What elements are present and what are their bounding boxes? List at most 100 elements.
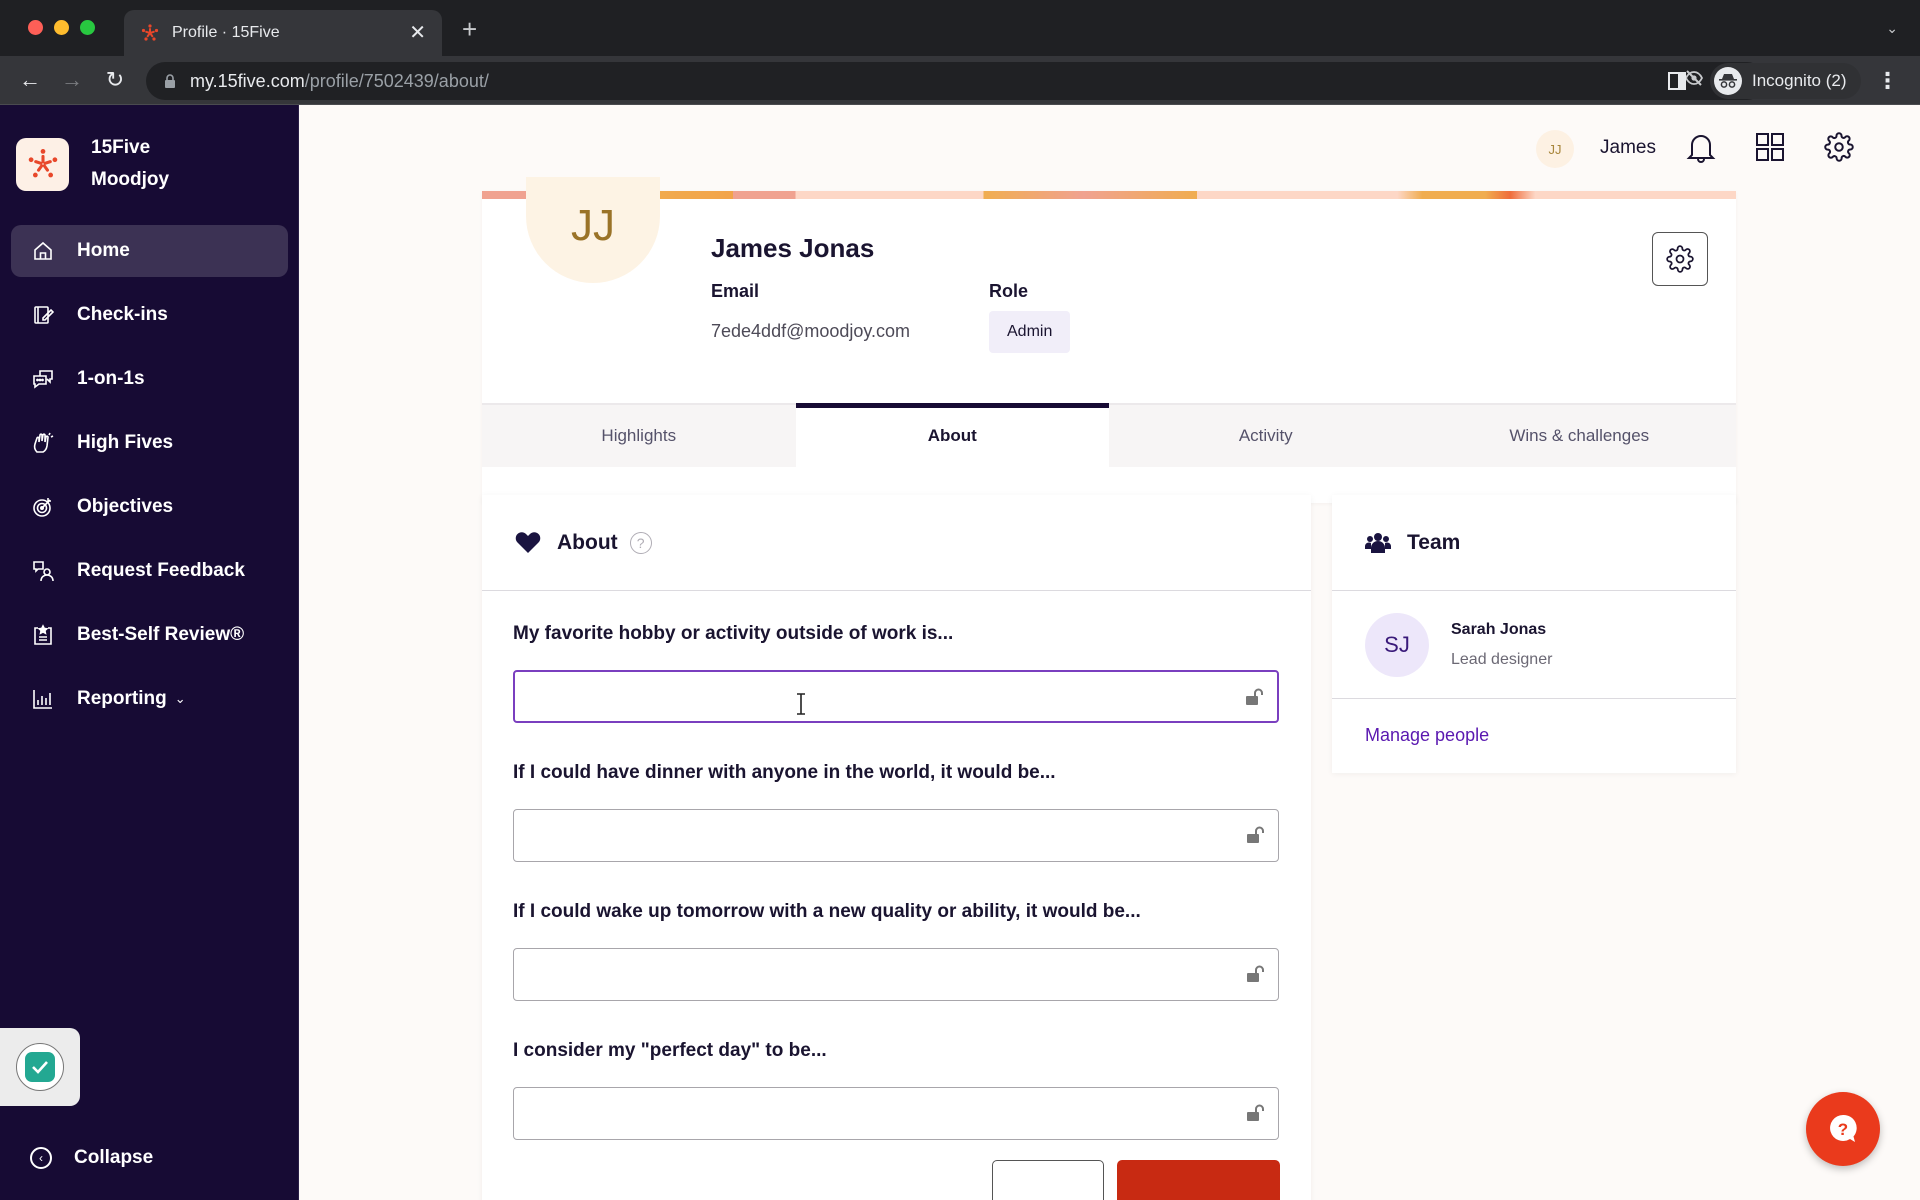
sidebar-item-best-self-review[interactable]: Best-Self Review® [11, 609, 288, 661]
collapse-sidebar-button[interactable]: ‹ Collapse [30, 1147, 153, 1169]
save-button[interactable] [1117, 1160, 1280, 1200]
profile-avatar: JJ [526, 177, 660, 283]
team-title: Team [1407, 530, 1461, 554]
perfect-day-input[interactable] [513, 1087, 1279, 1140]
browser-tab[interactable]: Profile · 15Five ✕ [124, 10, 442, 56]
question-label: I consider my "perfect day" to be... [513, 1040, 827, 1061]
sidebar-item-label: Objectives [77, 496, 174, 517]
tab-about[interactable]: About [795, 403, 1109, 467]
heart-icon [515, 531, 541, 553]
help-circle-icon[interactable]: ? [629, 531, 652, 554]
question-label: If I could have dinner with anyone in th… [513, 762, 1056, 783]
collapse-label: Collapse [74, 1147, 154, 1168]
notifications-bell-icon[interactable] [1683, 129, 1719, 165]
about-card: About ? My favorite hobby or activity ou… [482, 495, 1311, 1200]
browser-menu-icon[interactable]: ⋮ [1877, 70, 1899, 92]
apps-grid-icon[interactable] [1752, 129, 1788, 165]
sidebar: 15Five Moodjoy Home Check-ins 1-on-1s Hi… [0, 105, 299, 1200]
forward-arrow-icon[interactable]: → [58, 66, 86, 94]
incognito-profile-button[interactable]: Incognito (2) [1710, 63, 1861, 99]
checkin-icon [31, 303, 55, 327]
address-bar[interactable]: my.15five.com/profile/7502439/about/ ☆ [146, 62, 1766, 100]
browser-toolbar: ← → ↻ my.15five.com/profile/7502439/abou… [0, 56, 1920, 105]
sidebar-item-home[interactable]: Home [11, 225, 288, 277]
sidebar-item-reporting[interactable]: Reporting ⌄ [11, 673, 288, 725]
cancel-button[interactable] [992, 1160, 1104, 1200]
hobby-input[interactable] [513, 670, 1279, 723]
help-chat-button[interactable]: ? [1806, 1092, 1880, 1166]
sidebar-item-objectives[interactable]: Objectives [11, 481, 288, 533]
side-panel-icon[interactable] [1668, 72, 1686, 90]
new-ability-input[interactable] [513, 948, 1279, 1001]
team-people-icon [1365, 532, 1391, 553]
window-close-button[interactable] [28, 20, 43, 35]
target-icon [31, 495, 55, 519]
about-question: My favorite hobby or activity outside of… [513, 623, 1279, 723]
sidebar-item-label: Home [77, 240, 130, 261]
chevron-left-circle-icon: ‹ [30, 1147, 52, 1169]
task-widget-button[interactable] [0, 1028, 80, 1106]
profile-banner [482, 191, 1736, 199]
member-name: Sarah Jonas [1451, 620, 1547, 638]
sidebar-item-label: High Fives [77, 432, 174, 453]
15five-logo-icon [16, 137, 69, 191]
org-name: 15Five [91, 137, 151, 158]
tab-title: Profile · 15Five [172, 24, 280, 41]
chevron-down-icon: ⌄ [174, 691, 186, 706]
tab-wins-challenges[interactable]: Wins & challenges [1423, 405, 1737, 467]
incognito-label: Incognito (2) [1752, 71, 1847, 90]
review-icon [31, 623, 55, 647]
role-badge: Admin [989, 311, 1071, 353]
sidebar-item-label: Best-Self Review® [77, 624, 245, 645]
dinner-text-field[interactable] [514, 810, 1278, 861]
sidebar-item-check-ins[interactable]: Check-ins [11, 289, 288, 341]
help-chat-icon: ? [1830, 1114, 1857, 1142]
browser-tab-bar: Profile · 15Five ✕ + ⌄ [0, 0, 1920, 56]
text-cursor-icon [797, 693, 805, 715]
user-name[interactable]: James [1600, 137, 1656, 159]
tab-search-chevron-icon[interactable]: ⌄ [1886, 20, 1898, 37]
unlock-icon[interactable] [1246, 965, 1266, 983]
org-brand[interactable]: 15Five Moodjoy [16, 132, 169, 196]
sidebar-item-label: Request Feedback [77, 560, 245, 581]
reload-icon[interactable]: ↻ [101, 66, 129, 94]
window-minimize-button[interactable] [54, 20, 69, 35]
back-arrow-icon[interactable]: ← [16, 66, 44, 94]
team-member-row[interactable]: SJ Sarah Jonas Lead designer [1332, 591, 1736, 699]
tab-highlights[interactable]: Highlights [482, 405, 796, 467]
about-question: If I could wake up tomorrow with a new q… [513, 901, 1279, 1001]
email-label: Email [711, 281, 760, 301]
hobby-text-field[interactable] [515, 672, 1277, 721]
question-label: My favorite hobby or activity outside of… [513, 623, 954, 644]
chat-icon [31, 367, 55, 391]
manage-people-link[interactable]: Manage people [1332, 699, 1736, 746]
new-ability-text-field[interactable] [514, 949, 1278, 1000]
user-avatar[interactable]: JJ [1536, 130, 1574, 168]
url-path: /profile/7502439/about/ [304, 70, 489, 91]
tab-activity[interactable]: Activity [1109, 405, 1423, 467]
org-subname: Moodjoy [91, 169, 170, 190]
sidebar-item-high-fives[interactable]: High Fives [11, 417, 288, 469]
unlock-icon[interactable] [1245, 688, 1265, 706]
perfect-day-text-field[interactable] [514, 1088, 1278, 1139]
tab-close-icon[interactable]: ✕ [409, 23, 426, 43]
team-card: Team SJ Sarah Jonas Lead designer Manage… [1332, 495, 1736, 773]
sidebar-item-label: Reporting [77, 688, 167, 709]
sidebar-item-label: Check-ins [77, 304, 168, 325]
settings-gear-icon[interactable] [1821, 129, 1857, 165]
sidebar-nav: Home Check-ins 1-on-1s High Fives Object… [11, 225, 288, 737]
role-label: Role [989, 281, 1029, 301]
15five-favicon-icon [141, 24, 159, 41]
unlock-icon[interactable] [1246, 1104, 1266, 1122]
about-question: I consider my "perfect day" to be... [513, 1040, 1279, 1140]
sidebar-item-1-on-1s[interactable]: 1-on-1s [11, 353, 288, 405]
sidebar-item-label: 1-on-1s [77, 368, 145, 389]
unlock-icon[interactable] [1246, 826, 1266, 844]
new-tab-icon[interactable]: + [462, 16, 477, 42]
window-maximize-button[interactable] [80, 20, 95, 35]
profile-settings-button[interactable] [1652, 232, 1708, 286]
member-role: Lead designer [1451, 650, 1553, 668]
dinner-input[interactable] [513, 809, 1279, 862]
about-question: If I could have dinner with anyone in th… [513, 762, 1279, 862]
sidebar-item-request-feedback[interactable]: Request Feedback [11, 545, 288, 597]
